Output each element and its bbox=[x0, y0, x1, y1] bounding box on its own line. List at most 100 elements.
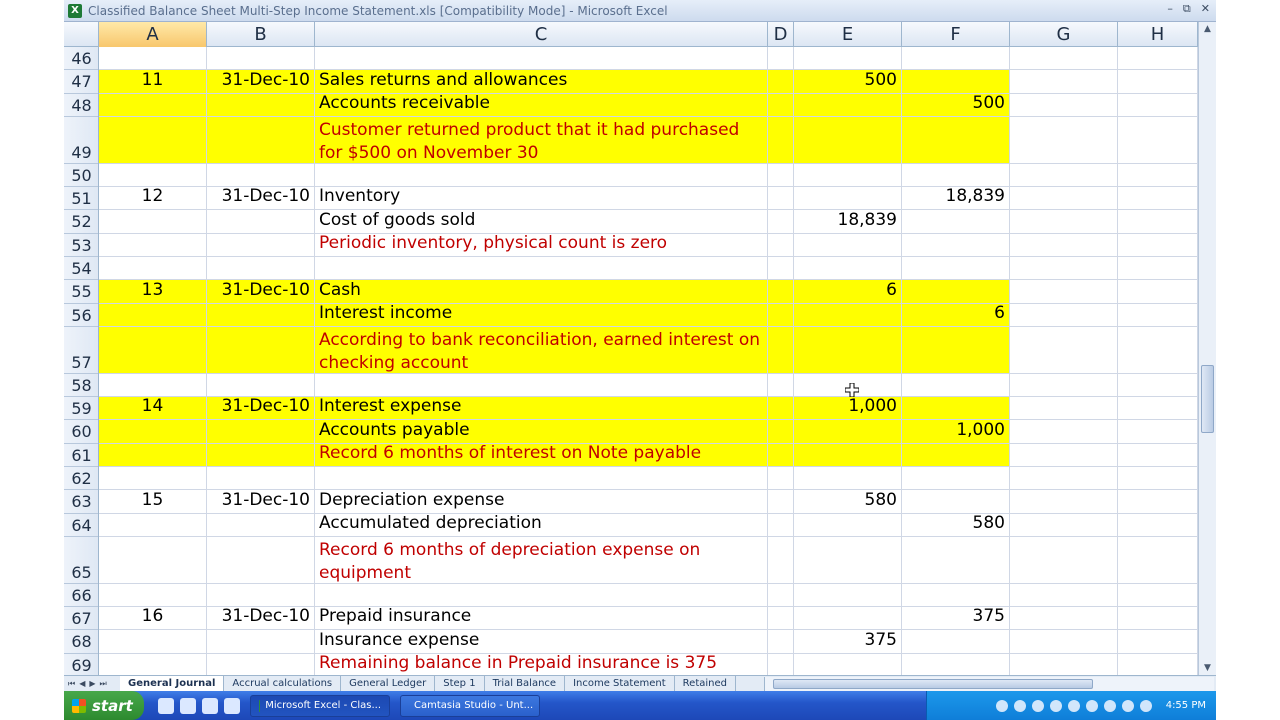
cell-c-46[interactable] bbox=[315, 47, 768, 71]
cell-c-48[interactable]: Accounts receivable bbox=[315, 93, 768, 117]
cell-e-53[interactable] bbox=[794, 233, 902, 257]
cell-e-48[interactable] bbox=[794, 93, 902, 117]
row-header[interactable]: 56 bbox=[64, 304, 98, 327]
cell-e-46[interactable] bbox=[794, 47, 902, 71]
cell-g-64[interactable] bbox=[1010, 513, 1118, 537]
cell-h-68[interactable] bbox=[1118, 630, 1198, 654]
cell-a-61[interactable] bbox=[99, 443, 207, 467]
cell-g-65[interactable] bbox=[1010, 536, 1118, 584]
cell-f-69[interactable] bbox=[902, 653, 1010, 675]
cell-h-65[interactable] bbox=[1118, 536, 1198, 584]
network-icon[interactable] bbox=[1121, 699, 1134, 712]
cell-f-51[interactable]: 18,839 bbox=[902, 186, 1010, 211]
cell-h-51[interactable] bbox=[1118, 186, 1198, 211]
cell-c-52[interactable]: Cost of goods sold bbox=[315, 210, 768, 234]
column-header-f[interactable]: F bbox=[902, 22, 1010, 47]
cell-b-59[interactable]: 31-Dec-10 bbox=[207, 396, 315, 421]
excel-icon[interactable]: X bbox=[68, 3, 82, 18]
cell-a-54[interactable] bbox=[99, 256, 207, 281]
tray-icon[interactable] bbox=[1031, 699, 1044, 712]
start-button[interactable]: start bbox=[64, 691, 144, 720]
cell-h-61[interactable] bbox=[1118, 443, 1198, 467]
cell-e-50[interactable] bbox=[794, 163, 902, 187]
cell-e-63[interactable]: 580 bbox=[794, 490, 902, 514]
select-all-corner[interactable] bbox=[64, 22, 99, 47]
cell-b-50[interactable] bbox=[207, 163, 315, 187]
cell-e-57[interactable] bbox=[794, 326, 902, 374]
cell-d-53[interactable] bbox=[768, 233, 794, 257]
cell-a-56[interactable] bbox=[99, 303, 207, 327]
worksheet-grid[interactable]: 11 31-Dec-10 Sales returns and allowances 5… bbox=[99, 47, 1198, 675]
cell-e-55[interactable]: 6 bbox=[794, 280, 902, 304]
cell-d-47[interactable] bbox=[768, 70, 794, 94]
tray-icon[interactable] bbox=[1103, 699, 1116, 712]
cell-b-55[interactable]: 31-Dec-10 bbox=[207, 280, 315, 304]
cell-c-62[interactable] bbox=[315, 466, 768, 491]
cell-e-65[interactable] bbox=[794, 536, 902, 584]
tray-icon[interactable] bbox=[995, 699, 1008, 712]
cell-c-69[interactable]: Remaining balance in Prepaid insurance i… bbox=[315, 653, 768, 675]
cell-a-47[interactable]: 11 bbox=[99, 70, 207, 94]
cell-b-64[interactable] bbox=[207, 513, 315, 537]
cell-c-65[interactable]: Record 6 months of depreciation expense … bbox=[315, 536, 768, 584]
cell-a-63[interactable]: 15 bbox=[99, 490, 207, 514]
cell-f-48[interactable]: 500 bbox=[902, 93, 1010, 117]
cell-c-57[interactable]: According to bank reconciliation, earned… bbox=[315, 326, 768, 374]
cell-e-52[interactable]: 18,839 bbox=[794, 210, 902, 234]
row-header[interactable]: 54 bbox=[64, 257, 98, 281]
cell-e-67[interactable] bbox=[794, 606, 902, 631]
row-header[interactable]: 64 bbox=[64, 514, 98, 537]
cell-e-49[interactable] bbox=[794, 116, 902, 164]
cell-c-58[interactable] bbox=[315, 373, 768, 397]
cell-h-57[interactable] bbox=[1118, 326, 1198, 374]
row-header[interactable]: 65 bbox=[64, 537, 98, 584]
sheet-tab[interactable]: Trial Balance bbox=[485, 676, 566, 691]
taskbar-button[interactable]: Microsoft Excel - Clas... bbox=[250, 694, 390, 717]
cell-b-52[interactable] bbox=[207, 210, 315, 234]
row-header[interactable]: 57 bbox=[64, 327, 98, 374]
cell-f-54[interactable] bbox=[902, 256, 1010, 281]
column-header-e[interactable]: E bbox=[794, 22, 902, 47]
cell-f-50[interactable] bbox=[902, 163, 1010, 187]
row-header[interactable]: 61 bbox=[64, 444, 98, 467]
cell-d-67[interactable] bbox=[768, 606, 794, 631]
row-header[interactable]: 49 bbox=[64, 117, 98, 164]
row-header[interactable]: 60 bbox=[64, 420, 98, 444]
cell-g-47[interactable] bbox=[1010, 70, 1118, 94]
cell-c-63[interactable]: Depreciation expense bbox=[315, 490, 768, 514]
cell-h-48[interactable] bbox=[1118, 93, 1198, 117]
cell-d-68[interactable] bbox=[768, 630, 794, 654]
scroll-thumb[interactable] bbox=[1201, 365, 1214, 433]
cell-d-57[interactable] bbox=[768, 326, 794, 374]
cell-f-62[interactable] bbox=[902, 466, 1010, 491]
cell-e-60[interactable] bbox=[794, 420, 902, 444]
cell-c-61[interactable]: Record 6 months of interest on Note paya… bbox=[315, 443, 768, 467]
cell-d-46[interactable] bbox=[768, 47, 794, 71]
cell-g-50[interactable] bbox=[1010, 163, 1118, 187]
row-header[interactable]: 63 bbox=[64, 490, 98, 514]
cell-f-58[interactable] bbox=[902, 373, 1010, 397]
cell-d-51[interactable] bbox=[768, 186, 794, 211]
cell-b-56[interactable] bbox=[207, 303, 315, 327]
close-icon[interactable]: ✕ bbox=[1201, 2, 1210, 16]
cell-e-62[interactable] bbox=[794, 466, 902, 491]
cell-f-49[interactable] bbox=[902, 116, 1010, 164]
cell-g-68[interactable] bbox=[1010, 630, 1118, 654]
cell-a-52[interactable] bbox=[99, 210, 207, 234]
cell-g-59[interactable] bbox=[1010, 396, 1118, 421]
cell-d-49[interactable] bbox=[768, 116, 794, 164]
cell-b-51[interactable]: 31-Dec-10 bbox=[207, 186, 315, 211]
cell-a-68[interactable] bbox=[99, 630, 207, 654]
cell-d-56[interactable] bbox=[768, 303, 794, 327]
cell-g-54[interactable] bbox=[1010, 256, 1118, 281]
cell-a-50[interactable] bbox=[99, 163, 207, 187]
cell-a-69[interactable] bbox=[99, 653, 207, 675]
cell-e-56[interactable] bbox=[794, 303, 902, 327]
cell-e-69[interactable] bbox=[794, 653, 902, 675]
cell-a-67[interactable]: 16 bbox=[99, 606, 207, 631]
tray-icon[interactable] bbox=[1067, 699, 1080, 712]
cell-b-68[interactable] bbox=[207, 630, 315, 654]
tray-icon[interactable] bbox=[1013, 699, 1026, 712]
cell-f-66[interactable] bbox=[902, 583, 1010, 607]
cell-h-46[interactable] bbox=[1118, 47, 1198, 71]
